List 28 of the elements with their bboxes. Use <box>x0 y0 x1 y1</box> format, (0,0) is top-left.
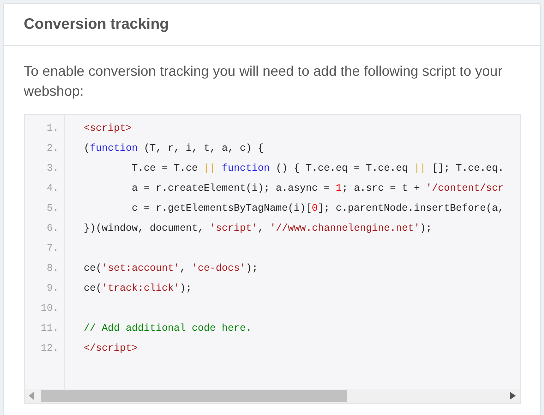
line-number: 6. <box>46 224 59 234</box>
intro-text: To enable conversion tracking you will need to add the following script to your webshop: <box>24 62 504 101</box>
code-line: ce('set:account', 'ce-docs'); <box>84 264 258 274</box>
line-number: 1. <box>46 124 59 134</box>
scroll-left-icon[interactable] <box>29 392 35 400</box>
code-line: a = r.createElement(i); a.async = 1; a.src = t + '/content/scr <box>132 184 504 194</box>
line-number: 8. <box>46 264 59 274</box>
line-number: 7. <box>46 244 59 254</box>
code-line: })(window, document, 'script', '//www.channelengine.net'); <box>84 224 432 234</box>
line-number: 5. <box>46 204 59 214</box>
line-number: 11. <box>40 324 59 334</box>
line-number: 3. <box>46 164 59 174</box>
line-number: 4. <box>46 184 59 194</box>
horizontal-scrollbar[interactable] <box>25 389 520 403</box>
code-line: (function (T, r, i, t, a, c) { <box>84 144 264 154</box>
code-line: T.ce = T.ce || function () { T.ce.eq = T.ce.eq || []; T.ce.eq. <box>132 164 504 174</box>
code-line: // Add additional code here. <box>84 324 252 334</box>
line-number: 9. <box>46 284 59 294</box>
card-title: Conversion tracking <box>24 16 170 33</box>
scrollbar-thumb[interactable] <box>41 390 347 402</box>
line-number: 12. <box>40 344 59 354</box>
code-line: <script> <box>84 124 132 134</box>
code-line: c = r.getElementsByTagName(i)[0]; c.parentNode.insertBefore(a, <box>132 204 504 214</box>
code-line: ce('track:click'); <box>84 284 192 294</box>
line-number: 2. <box>46 144 59 154</box>
scroll-right-icon[interactable] <box>510 392 516 400</box>
code-line: </script> <box>84 344 138 354</box>
line-number: 10. <box>40 304 59 314</box>
